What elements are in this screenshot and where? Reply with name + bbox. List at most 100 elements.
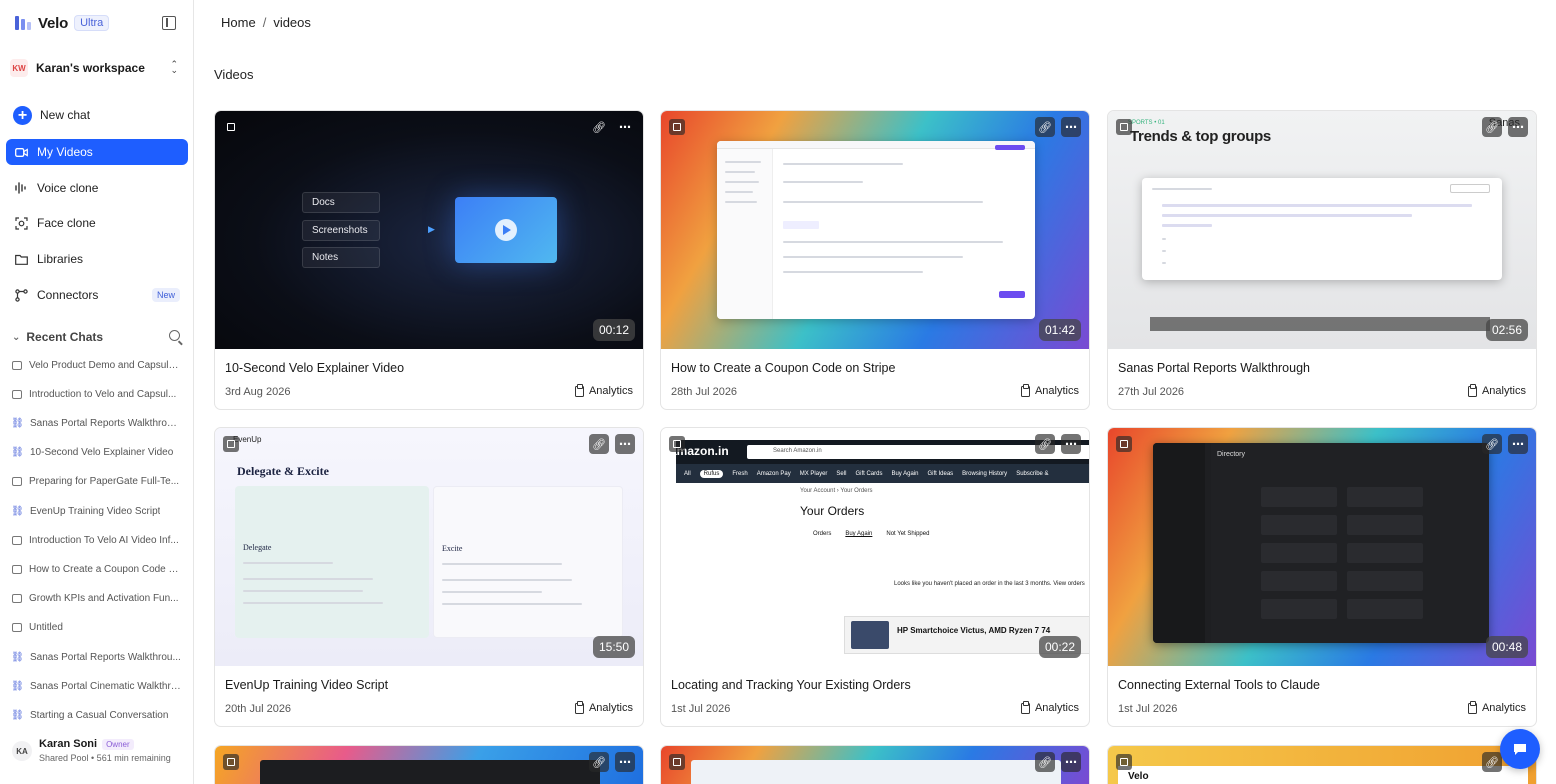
recent-chat-item[interactable]: Introduction to Velo and Capsul... bbox=[12, 386, 182, 402]
sidebar-item-libraries[interactable]: Libraries bbox=[6, 246, 188, 272]
video-card[interactable]: 🔗︎ ⋯ bbox=[660, 745, 1090, 784]
video-card[interactable]: 🔗︎ ⋯ 01:42 How to Create a Coupon Code o… bbox=[660, 110, 1090, 410]
recent-chat-item[interactable]: Velo Product Demo and Capsule... bbox=[12, 357, 182, 373]
video-card[interactable]: Docs Screenshots Notes ▶ 🔗︎ ⋯ 00:12 10-S… bbox=[214, 110, 644, 410]
analytics-button[interactable]: Analytics bbox=[574, 700, 633, 714]
sidebar-toggle-icon[interactable] bbox=[162, 16, 176, 30]
recent-chat-item[interactable]: Untitled bbox=[12, 620, 182, 636]
select-checkbox[interactable] bbox=[223, 436, 239, 452]
video-thumbnail[interactable]: amazon.in Search Amazon.in All Rufus Fresh… bbox=[661, 428, 1089, 666]
video-title[interactable]: How to Create a Coupon Code on Stripe bbox=[671, 361, 895, 375]
recent-chat-item[interactable]: ⛓ EvenUp Training Video Script bbox=[12, 503, 182, 519]
sidebar-item-connectors[interactable]: Connectors New bbox=[6, 282, 188, 308]
thumb-heading: Trends & top groups bbox=[1130, 128, 1271, 145]
more-options-icon[interactable]: ⋯ bbox=[1061, 752, 1081, 772]
chat-bubble-icon bbox=[12, 477, 22, 487]
recent-chats-header[interactable]: ⌄ Recent Chats bbox=[12, 330, 182, 344]
video-thumbnail[interactable] bbox=[215, 746, 643, 784]
more-options-icon[interactable]: ⋯ bbox=[1061, 117, 1081, 137]
user-profile[interactable]: KA Karan Soni Owner Shared Pool • 561 mi… bbox=[12, 738, 187, 768]
amazon-nav-item: Gift Ideas bbox=[927, 470, 954, 477]
video-card[interactable]: Velo 🔗︎ bbox=[1107, 745, 1537, 784]
select-checkbox[interactable] bbox=[1116, 119, 1132, 135]
recent-chat-item[interactable]: ⛓ Sanas Portal Reports Walkthrou... bbox=[12, 649, 182, 665]
select-checkbox[interactable] bbox=[223, 119, 239, 135]
link-icon[interactable]: 🔗︎ bbox=[1482, 117, 1502, 137]
recent-chat-item[interactable]: ⛓ 10-Second Velo Explainer Video bbox=[12, 445, 182, 461]
more-options-icon[interactable]: ⋯ bbox=[1508, 117, 1528, 137]
thumb-pill: Notes bbox=[302, 247, 380, 268]
video-thumbnail[interactable]: EvenUp Delegate & Excite Delegate Excite bbox=[215, 428, 643, 666]
video-thumbnail[interactable] bbox=[661, 746, 1089, 784]
link-icon[interactable]: 🔗︎ bbox=[589, 752, 609, 772]
video-thumbnail[interactable] bbox=[661, 111, 1089, 349]
recent-chat-item[interactable]: ⛓ Starting a Casual Conversation bbox=[12, 707, 182, 723]
video-card[interactable]: 🔗︎ ⋯ bbox=[214, 745, 644, 784]
brand[interactable]: Velo Ultra bbox=[14, 14, 110, 32]
video-title[interactable]: Sanas Portal Reports Walkthrough bbox=[1118, 361, 1310, 375]
search-icon[interactable] bbox=[169, 330, 180, 341]
select-checkbox[interactable] bbox=[1116, 754, 1132, 770]
video-title[interactable]: EvenUp Training Video Script bbox=[225, 678, 388, 692]
velo-logo-icon bbox=[15, 16, 31, 30]
sidebar-item-voice-clone[interactable]: Voice clone bbox=[6, 175, 188, 201]
link-icon[interactable]: 🔗︎ bbox=[1035, 434, 1055, 454]
analytics-label: Analytics bbox=[588, 385, 633, 397]
select-checkbox[interactable] bbox=[669, 436, 685, 452]
analytics-button[interactable]: Analytics bbox=[1467, 383, 1526, 397]
clipboard-icon bbox=[574, 700, 584, 714]
link-icon[interactable]: 🔗︎ bbox=[1482, 752, 1502, 772]
thumb-column-heading: Delegate bbox=[243, 543, 272, 552]
video-card[interactable]: SPORTS • 01 Trends & top groups Sanas 🔗︎… bbox=[1107, 110, 1537, 410]
video-title[interactable]: 10-Second Velo Explainer Video bbox=[225, 361, 404, 375]
more-options-icon[interactable]: ⋯ bbox=[615, 752, 635, 772]
recent-chat-item[interactable]: ⛓ Sanas Portal Reports Walkthrough bbox=[12, 415, 182, 431]
video-card[interactable]: amazon.in Search Amazon.in All Rufus Fresh… bbox=[660, 427, 1090, 727]
video-icon bbox=[13, 144, 29, 160]
more-options-icon[interactable]: ⋯ bbox=[1508, 434, 1528, 454]
recent-chat-item[interactable]: ⛓ Sanas Portal Cinematic Walkthro... bbox=[12, 678, 182, 694]
video-title[interactable]: Connecting External Tools to Claude bbox=[1118, 678, 1320, 692]
analytics-button[interactable]: Analytics bbox=[1020, 700, 1079, 714]
clipboard-icon bbox=[574, 383, 584, 397]
new-chat-button[interactable]: + New chat bbox=[6, 102, 188, 128]
link-icon[interactable]: 🔗︎ bbox=[1035, 117, 1055, 137]
link-icon[interactable]: 🔗︎ bbox=[1035, 752, 1055, 772]
select-checkbox[interactable] bbox=[1116, 436, 1132, 452]
breadcrumb-current: videos bbox=[273, 15, 311, 30]
video-thumbnail[interactable]: Velo bbox=[1108, 746, 1536, 784]
breadcrumb: Home / videos bbox=[221, 15, 311, 30]
thumb-column: Excite bbox=[433, 486, 623, 638]
select-checkbox[interactable] bbox=[669, 119, 685, 135]
recent-chat-item[interactable]: How to Create a Coupon Code o... bbox=[12, 561, 182, 577]
breadcrumb-home[interactable]: Home bbox=[221, 15, 256, 30]
recent-chat-item[interactable]: Growth KPIs and Activation Fun... bbox=[12, 591, 182, 607]
support-chat-button[interactable] bbox=[1500, 729, 1540, 769]
video-date: 3rd Aug 2026 bbox=[225, 386, 291, 398]
video-thumbnail[interactable]: SPORTS • 01 Trends & top groups Sanas bbox=[1108, 111, 1536, 349]
more-options-icon[interactable]: ⋯ bbox=[615, 434, 635, 454]
link-icon[interactable]: 🔗︎ bbox=[589, 117, 609, 137]
sidebar-item-face-clone[interactable]: Face clone bbox=[6, 210, 188, 236]
recent-chat-item[interactable]: Introduction To Velo AI Video Inf... bbox=[12, 532, 182, 548]
video-title[interactable]: Locating and Tracking Your Existing Orde… bbox=[671, 678, 911, 692]
analytics-button[interactable]: Analytics bbox=[1467, 700, 1526, 714]
video-card[interactable]: EvenUp Delegate & Excite Delegate Excite… bbox=[214, 427, 644, 727]
recent-chat-label: Introduction to Velo and Capsul... bbox=[29, 388, 177, 400]
recent-chat-item[interactable]: Preparing for PaperGate Full-Te... bbox=[12, 474, 182, 490]
video-thumbnail[interactable]: Directory bbox=[1108, 428, 1536, 666]
video-thumbnail[interactable]: Docs Screenshots Notes ▶ bbox=[215, 111, 643, 349]
chat-icon bbox=[1514, 744, 1526, 755]
more-options-icon[interactable]: ⋯ bbox=[1061, 434, 1081, 454]
link-icon[interactable]: 🔗︎ bbox=[589, 434, 609, 454]
select-checkbox[interactable] bbox=[223, 754, 239, 770]
link-icon[interactable]: 🔗︎ bbox=[1482, 434, 1502, 454]
more-options-icon[interactable]: ⋯ bbox=[615, 117, 635, 137]
amazon-nav-item: Gift Cards bbox=[855, 470, 883, 477]
analytics-button[interactable]: Analytics bbox=[1020, 383, 1079, 397]
select-checkbox[interactable] bbox=[669, 754, 685, 770]
sidebar-item-my-videos[interactable]: My Videos bbox=[6, 139, 188, 165]
video-card[interactable]: Directory 🔗︎ ⋯ 00:48 Connecting External… bbox=[1107, 427, 1537, 727]
workspace-switcher[interactable]: KW Karan's workspace ⌃ ⌄ bbox=[10, 57, 182, 79]
analytics-button[interactable]: Analytics bbox=[574, 383, 633, 397]
